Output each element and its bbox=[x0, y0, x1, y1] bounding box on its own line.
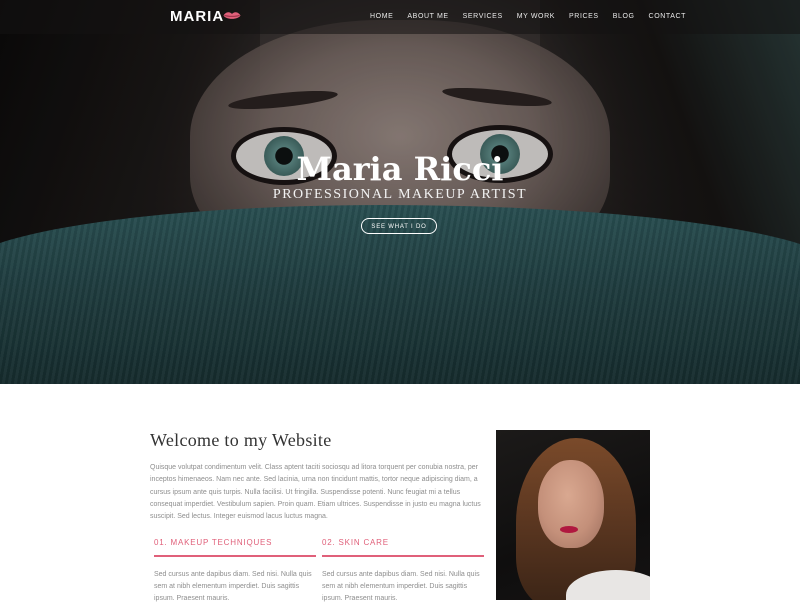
main-menu: HOME ABOUT ME SERVICES MY WORK PRICES BL… bbox=[370, 13, 700, 20]
portrait-lips bbox=[560, 526, 578, 533]
hero-title: Maria Ricci bbox=[296, 150, 504, 188]
top-navigation: MARIA HOME ABOUT ME SERVICES MY WORK PRI… bbox=[0, 0, 800, 34]
feature-column-skin-care: 02. SKIN CARE Sed cursus ante dapibus di… bbox=[322, 538, 484, 605]
nav-blog[interactable]: BLOG bbox=[613, 13, 635, 20]
logo[interactable]: MARIA bbox=[170, 8, 224, 25]
feature-divider bbox=[322, 555, 484, 557]
nav-about-me[interactable]: ABOUT ME bbox=[407, 13, 448, 20]
hero-section: Maria Ricci PROFESSIONAL MAKEUP ARTIST S… bbox=[0, 0, 800, 384]
nav-my-work[interactable]: MY WORK bbox=[517, 13, 555, 20]
welcome-title: Welcome to my Website bbox=[150, 430, 332, 450]
feature-title: 01. MAKEUP TECHNIQUES bbox=[154, 538, 273, 547]
nav-home[interactable]: HOME bbox=[370, 13, 393, 20]
hero-subtitle: PROFESSIONAL MAKEUP ARTIST bbox=[272, 187, 528, 202]
portrait-face bbox=[538, 460, 604, 548]
portrait-photo bbox=[496, 430, 650, 600]
nav-prices[interactable]: PRICES bbox=[569, 13, 599, 20]
feature-divider bbox=[154, 555, 316, 557]
see-what-i-do-button[interactable]: SEE WHAT I DO bbox=[361, 218, 437, 234]
welcome-text: Quisque volutpat condimentum velit. Clas… bbox=[150, 464, 481, 521]
nav-contact[interactable]: CONTACT bbox=[649, 13, 687, 20]
feature-column-makeup: 01. MAKEUP TECHNIQUES Sed cursus ante da… bbox=[154, 538, 316, 605]
feature-title: 02. SKIN CARE bbox=[322, 538, 389, 547]
nav-services[interactable]: SERVICES bbox=[463, 13, 503, 20]
lips-icon bbox=[223, 12, 241, 19]
